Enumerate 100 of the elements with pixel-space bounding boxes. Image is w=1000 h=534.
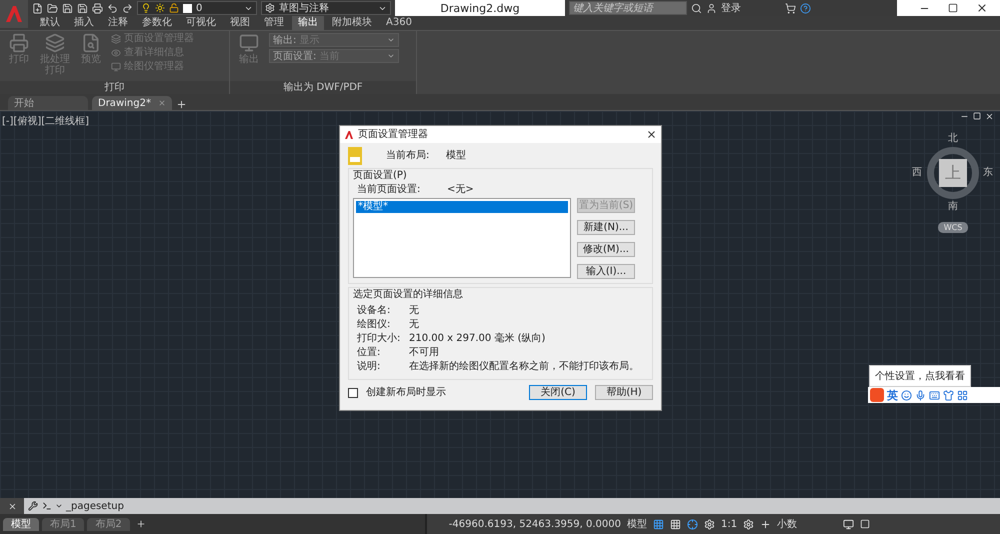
unlock-icon (169, 3, 179, 13)
help-icon[interactable] (800, 2, 811, 14)
dropdown-label: 输出: (273, 34, 296, 47)
compass-label: 西 (912, 167, 922, 179)
list-item[interactable]: *模型* (356, 201, 568, 213)
dialog-button[interactable]: 帮助(H) (595, 385, 653, 400)
microphone-icon[interactable] (915, 390, 926, 400)
coordinates: -46960.6193, 52463.3959, 0.0000 (448, 518, 621, 530)
wrench-icon[interactable] (28, 501, 38, 511)
field-label: 当前布局: (386, 150, 430, 162)
ime-language-toggle[interactable]: 英 (887, 388, 898, 402)
ribbon-tab[interactable]: 注释 (102, 16, 134, 30)
group-title: 选定页面设置的详细信息 (353, 289, 464, 301)
search-icon[interactable] (691, 2, 702, 14)
new-tab-icon[interactable] (176, 99, 187, 110)
viewport-label[interactable]: [-][俯视][二维线框] (2, 114, 90, 128)
terminal-icon (42, 501, 52, 511)
ribbon-tab[interactable]: 管理 (258, 16, 290, 30)
document-tab[interactable]: Drawing2* (92, 96, 172, 110)
detail-label: 位置: (357, 347, 382, 359)
preview-icon (81, 33, 101, 53)
field-label: 当前页面设置: (357, 184, 422, 196)
checkbox[interactable] (348, 388, 358, 398)
plus-icon[interactable] (760, 518, 772, 530)
group-title: 页面设置(P) (353, 170, 408, 182)
display-icon[interactable] (843, 518, 854, 530)
cart-icon[interactable] (785, 2, 796, 14)
emoji-icon[interactable] (901, 390, 912, 400)
ribbon-tab[interactable]: 默认 (34, 16, 66, 30)
settings-icon[interactable] (704, 518, 715, 530)
detail-label: 打印大小: (357, 333, 402, 345)
search-field[interactable]: 键入关键字或短语 (569, 1, 687, 15)
keyboard-icon[interactable] (929, 390, 940, 400)
ribbon-tab[interactable]: 视图 (224, 16, 256, 30)
detail-value: 210.00 x 297.00 毫米 (纵向) (409, 333, 546, 345)
detail-label: 设备名: (357, 305, 392, 317)
lightbulb-icon (141, 3, 151, 13)
dialog-button[interactable]: 新建(N)... (577, 220, 635, 235)
ribbon-tab[interactable]: 参数化 (136, 16, 178, 30)
detail-value: 无 (409, 305, 420, 317)
shirt-icon[interactable] (943, 390, 954, 400)
ime-logo-icon[interactable] (870, 388, 884, 402)
eye-icon (111, 48, 121, 58)
compass-label: 北 (948, 133, 958, 145)
layout-tab[interactable]: 模型 (3, 518, 39, 530)
dialog-title: 页面设置管理器 (358, 128, 429, 140)
checkbox-label: 创建新布局时显示 (366, 386, 447, 398)
field-value: 模型 (446, 150, 466, 162)
layer-dropdown[interactable]: 0 (137, 1, 257, 15)
sign-in-link[interactable]: 登录 (721, 1, 781, 15)
restore-icon[interactable] (973, 112, 981, 120)
gear-icon (265, 3, 275, 13)
workspace-dropdown[interactable]: 草图与注释 (261, 1, 391, 15)
workspace-icon[interactable] (743, 518, 754, 530)
caret-icon (55, 502, 63, 510)
ribbon-tab[interactable]: 插入 (68, 16, 100, 30)
ribbon-tab[interactable]: 附加模块 (326, 16, 378, 30)
detail-value: 无 (409, 319, 420, 331)
annotation-scale[interactable]: 1:1 (721, 518, 738, 530)
grid-icon[interactable] (653, 518, 664, 530)
print-icon[interactable] (92, 2, 103, 14)
printer-icon (9, 33, 29, 53)
detail-label: 说明: (357, 361, 382, 373)
field-value: <无> (447, 184, 474, 196)
dialog-button[interactable]: 关闭(C) (529, 385, 587, 400)
redo-icon[interactable] (122, 2, 133, 14)
maximize-icon[interactable] (948, 3, 958, 13)
tooltip: 个性设置，点我看看 (869, 365, 971, 387)
save-as-icon[interactable] (77, 2, 88, 14)
panel-title: 输出为 DWF/PDF (230, 81, 416, 94)
document-tab[interactable]: 开始 (8, 96, 88, 110)
dialog-button[interactable]: 修改(M)... (577, 242, 635, 257)
fullscreen-icon[interactable] (860, 519, 870, 529)
open-folder-icon[interactable] (47, 2, 58, 14)
compass-label: 东 (983, 167, 993, 179)
detail-value: 不可用 (409, 347, 440, 359)
app-logo-icon (344, 130, 354, 140)
add-layout-icon[interactable] (136, 519, 146, 529)
close-icon[interactable] (976, 2, 988, 14)
save-icon[interactable] (62, 2, 73, 14)
user-icon (706, 2, 717, 14)
ribbon-tab[interactable]: 可视化 (180, 16, 222, 30)
space-toggle[interactable]: 模型 (627, 517, 647, 531)
snap-icon[interactable] (670, 518, 681, 530)
detail-label: 绘图仪: (357, 319, 392, 331)
grid-icon[interactable] (957, 390, 968, 400)
close-icon[interactable] (646, 129, 657, 140)
drawing-canvas[interactable] (0, 111, 1000, 498)
units-dropdown[interactable]: 小数 (777, 517, 838, 531)
dialog-button[interactable]: 输入(I)... (577, 264, 635, 279)
ribbon-tab[interactable]: A360 (380, 16, 418, 30)
ribbon-tab[interactable]: 输出 (292, 16, 324, 30)
window-title: Drawing2.dwg (395, 0, 565, 16)
color-swatch-icon (183, 4, 192, 12)
detail-value: 在选择新的绘图仪配置名称之前，不能打印该布局。 (409, 361, 640, 373)
sun-icon (155, 3, 165, 13)
new-file-icon[interactable] (32, 2, 43, 14)
undo-icon[interactable] (107, 2, 118, 14)
tracking-icon[interactable] (687, 518, 698, 530)
page-setup-list[interactable]: *模型* (353, 198, 571, 278)
